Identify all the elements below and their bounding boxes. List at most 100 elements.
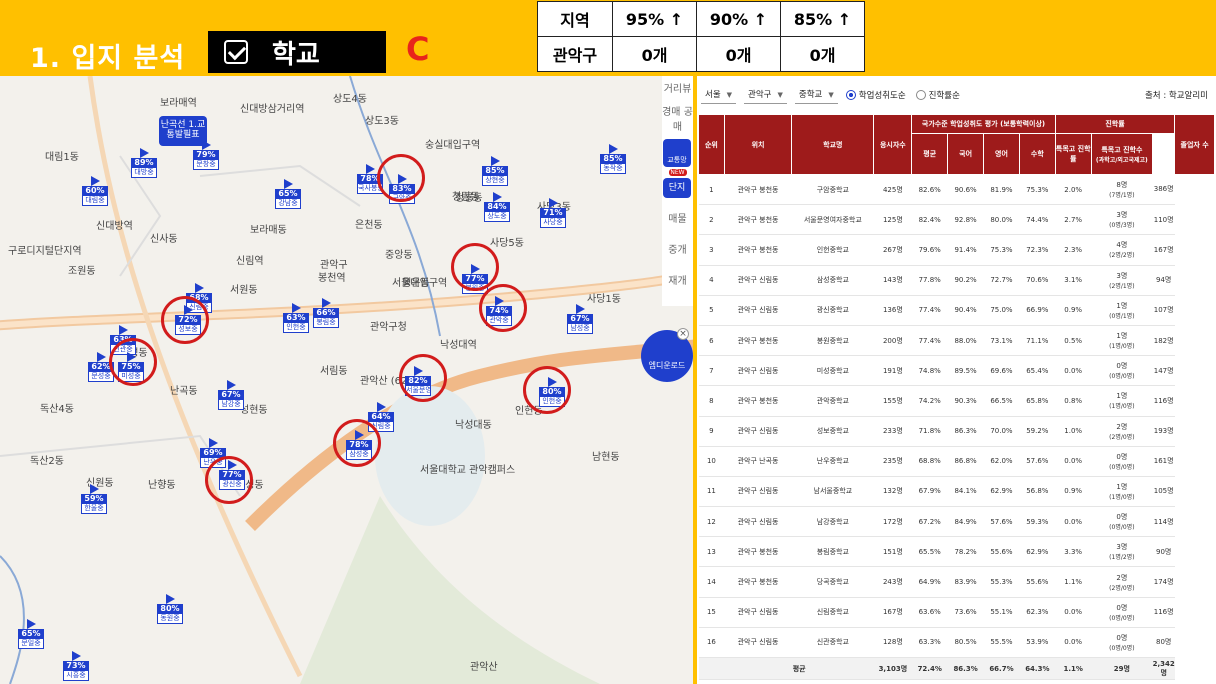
total-cell: 평균 — [724, 657, 874, 680]
highlight-circle — [333, 419, 381, 467]
sort-radio-advance[interactable]: 진학률순 — [915, 89, 960, 101]
marker-percent: 59% — [81, 494, 107, 503]
school-marker[interactable]: 71% 사당중 — [540, 198, 566, 228]
total-cell — [698, 657, 725, 680]
table-cell: 관악구 신림동 — [724, 627, 792, 659]
special-count: 8명 — [1116, 181, 1128, 190]
table-cell: 광신중학교 — [791, 295, 874, 326]
level-select-value: 중학교 — [798, 90, 823, 100]
school-marker[interactable]: 89% 대방중 — [131, 148, 157, 178]
school-marker[interactable]: 65% 강남중 — [275, 179, 301, 209]
close-icon[interactable]: × — [677, 328, 689, 340]
level-select[interactable]: 중학교 ▼ — [794, 86, 838, 104]
district-select[interactable]: 관악구 ▼ — [744, 86, 787, 104]
table-row[interactable]: 9 관악구 신림동 성보중학교 233명 71.8% 86.3% 70.0% 59.2% 1.0… — [698, 416, 1215, 447]
table-cell: 관악중학교 — [791, 385, 874, 417]
table-cell: 74.2% — [911, 385, 948, 417]
side-item-streetview[interactable]: 거리뷰 — [662, 76, 693, 99]
table-row[interactable]: 4 관악구 신림동 삼성중학교 143명 77.8% 90.2% 72.7% 70.6% 3.1… — [698, 265, 1215, 296]
table-cell: 88.0% — [947, 325, 984, 357]
table-row[interactable]: 11 관악구 신림동 남서울중학교 132명 67.9% 84.1% 62.9% 56.8% 0… — [698, 476, 1215, 508]
table-cell: 3명 (1명/2명) — [1091, 536, 1153, 568]
marker-percent: 84% — [484, 202, 510, 211]
table-cell: 구암중학교 — [791, 174, 874, 206]
table-cell: 관악구 봉천동 — [724, 385, 792, 417]
table-row[interactable]: 10 관악구 난곡동 난우중학교 235명 68.8% 86.8% 62.0% 57.6% 0.… — [698, 446, 1215, 477]
highlight-circle — [205, 456, 253, 504]
table-cell: 12 — [698, 506, 725, 538]
bus-stop-label[interactable]: 난곡선 1.교통발필표 — [159, 116, 207, 146]
side-item-broker[interactable]: 중개 — [662, 229, 693, 260]
school-marker[interactable]: 59% 한울중 — [81, 484, 107, 514]
school-marker[interactable]: 66% 봉림중 — [313, 298, 339, 328]
table-cell: 83.9% — [947, 566, 984, 598]
col-math: 수학 — [1018, 133, 1056, 175]
table-row[interactable]: 13 관악구 봉천동 봉림중학교 151명 65.5% 78.2% 55.6% 62.9% 3.… — [698, 536, 1215, 568]
side-item-auction[interactable]: 경매 공매 — [662, 99, 693, 137]
table-cell: 0.9% — [1055, 476, 1092, 508]
region-select[interactable]: 서울 ▼ — [701, 86, 737, 104]
table-row[interactable]: 2 관악구 봉천동 서울문영여자중학교 125명 82.4% 92.8% 80.0% 74.4… — [698, 204, 1215, 236]
map-label: 성현동 — [240, 405, 268, 416]
table-cell: 인헌중학교 — [791, 234, 874, 266]
table-row[interactable]: 16 관악구 신림동 신관중학교 128명 63.3% 80.5% 55.5% 53.9% 0.… — [698, 627, 1215, 659]
school-marker[interactable]: 67% 남강중 — [218, 380, 244, 410]
special-count: 0명 — [1116, 513, 1128, 522]
map-label: 봉천역 — [318, 273, 346, 284]
table-row[interactable]: 15 관악구 신림동 신림중학교 167명 63.6% 73.6% 55.1% 62.3% 0.… — [698, 597, 1215, 628]
summary-header-cell: 지역 — [537, 1, 613, 37]
school-marker[interactable]: 60% 대림중 — [82, 176, 108, 206]
table-cell: 59.2% — [1019, 416, 1056, 447]
sort-radio-achievement[interactable]: 학업성취도순 — [845, 89, 906, 101]
flag-icon — [377, 402, 386, 412]
school-marker[interactable]: 73% 시흥중 — [63, 651, 89, 681]
table-cell: 3.1% — [1055, 265, 1092, 296]
table-cell: 2.7% — [1055, 204, 1092, 236]
map-label: 보라매동 — [250, 225, 287, 236]
school-marker[interactable]: 85% 동작중 — [600, 144, 626, 174]
flag-icon — [284, 179, 293, 189]
chevron-down-icon: ▼ — [828, 91, 834, 99]
table-cell: 67.9% — [911, 476, 948, 508]
table-cell: 68.8% — [911, 446, 948, 477]
marker-school-name: 동원중 — [157, 613, 183, 624]
school-marker[interactable]: 85% 상현중 — [482, 156, 508, 186]
special-count-detail: (0명/0명) — [1109, 644, 1135, 652]
map-label: 관악산 — [470, 662, 498, 673]
table-cell: 125명 — [873, 204, 912, 236]
table-cell: 235명 — [873, 446, 912, 477]
table-row[interactable]: 8 관악구 봉천동 관악중학교 155명 74.2% 90.3% 66.5% 65.8% 0.8… — [698, 385, 1215, 417]
school-marker[interactable]: 80% 동원중 — [157, 594, 183, 624]
table-cell: 관악구 신림동 — [724, 355, 792, 387]
table-row[interactable]: 3 관악구 봉천동 인헌중학교 267명 79.6% 91.4% 75.3% 72.3% 2.3… — [698, 234, 1215, 266]
map-view[interactable]: 신림역 봉천역 서울대입구역 신대방역 신대방삼거리역 낙성대역 관악구청 보라… — [0, 76, 693, 684]
flag-icon — [209, 438, 218, 448]
table-cell: 4명 (2명/2명) — [1091, 234, 1153, 266]
checkbox-icon[interactable] — [224, 40, 248, 64]
map-label: 조원동 — [68, 266, 96, 277]
table-row[interactable]: 5 관악구 신림동 광신중학교 136명 77.4% 90.4% 75.0% 66.9% 0.9… — [698, 295, 1215, 326]
side-item-listing[interactable]: 매물 — [662, 200, 693, 229]
table-cell: 0명 (0명/0명) — [1091, 355, 1153, 387]
school-marker[interactable]: 63% 인헌중 — [283, 303, 309, 333]
table-cell: 161명 — [1152, 446, 1175, 477]
table-row[interactable]: 12 관악구 신림동 남강중학교 172명 67.2% 84.9% 57.6% 59.3% 0.… — [698, 506, 1215, 538]
table-cell: 136명 — [873, 295, 912, 326]
special-count: 2명 — [1116, 573, 1128, 582]
radio-selected-icon — [845, 90, 856, 100]
table-row[interactable]: 14 관악구 봉천동 당곡중학교 243명 64.9% 83.9% 55.3% 55.6% 1.… — [698, 566, 1215, 598]
table-cell: 난우중학교 — [791, 446, 874, 477]
marker-percent: 85% — [482, 166, 508, 175]
school-marker[interactable]: 84% 상도중 — [484, 192, 510, 222]
school-marker[interactable]: 65% 문일중 — [18, 619, 44, 649]
table-cell: 0.0% — [1055, 446, 1092, 477]
table-row[interactable]: 1 관악구 봉천동 구암중학교 425명 82.6% 90.6% 81.9% 75.3% 2.0… — [698, 174, 1215, 206]
side-item-transport[interactable]: 교통망 — [663, 139, 691, 167]
table-row[interactable]: 6 관악구 봉천동 봉원중학교 200명 77.4% 88.0% 73.1% 71.1% 0.5… — [698, 325, 1215, 357]
school-marker[interactable]: 67% 남성중 — [567, 304, 593, 334]
school-table: 순위 위치 학교명 응시자수 국가수준 학업성취도 평가 (보통학력이상) 진학… — [698, 114, 1215, 680]
table-row[interactable]: 7 관악구 신림동 미성중학교 191명 74.8% 89.5% 69.6% 65.4% 0.0… — [698, 355, 1215, 387]
side-item-redevelop[interactable]: 재개 — [662, 260, 693, 291]
special-count-detail: (2명/1명) — [1109, 282, 1135, 290]
side-item-complex[interactable]: 단지 — [663, 178, 691, 198]
